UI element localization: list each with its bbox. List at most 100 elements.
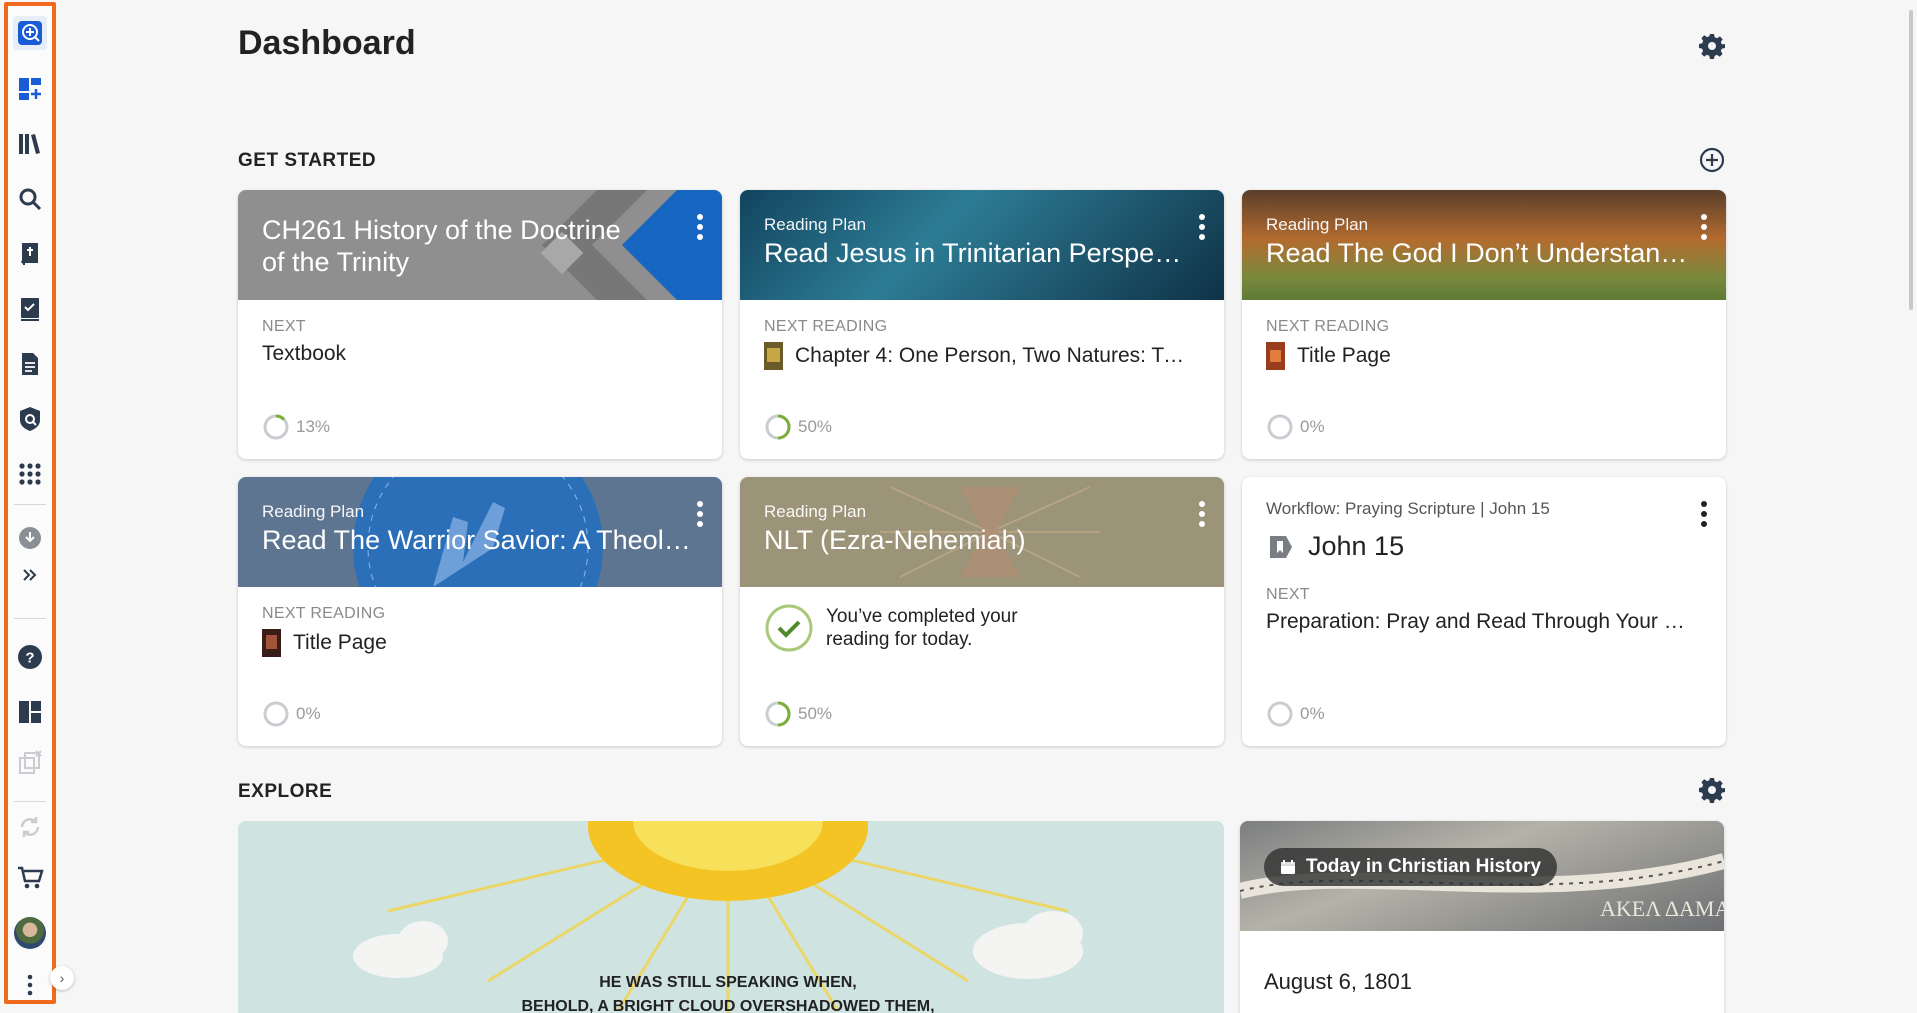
- card-banner: CH261 History of the Doctrine of the Tri…: [238, 190, 722, 300]
- progress-percent: 50%: [798, 417, 833, 436]
- next-item-title: Title Page: [1297, 344, 1391, 367]
- next-item-title: Title Page: [293, 631, 387, 654]
- library-icon[interactable]: [13, 127, 47, 161]
- card-menu-icon[interactable]: [696, 499, 704, 529]
- card-kind: Reading Plan: [262, 502, 365, 521]
- reading-plan-card[interactable]: Reading Plan Read The God I Don’t Unders…: [1242, 190, 1726, 459]
- completed-check-icon: [765, 604, 813, 652]
- add-card-plus-icon[interactable]: [1698, 146, 1726, 174]
- progress-indicator: 50%: [764, 413, 832, 441]
- new-tab-icon[interactable]: [13, 16, 47, 50]
- next-item[interactable]: Preparation: Pray and Read Through Your …: [1266, 610, 1702, 634]
- card-menu-icon[interactable]: [696, 212, 704, 242]
- sidebar-divider: [14, 504, 46, 505]
- next-item-title: Preparation: Pray and Read Through Your …: [1266, 610, 1696, 633]
- next-item[interactable]: Title Page: [1266, 342, 1702, 370]
- progress-percent: 13%: [296, 417, 331, 436]
- download-icon[interactable]: [13, 521, 47, 555]
- next-label: NEXT: [262, 318, 306, 335]
- sun-cloud-illustration: HE WAS STILL SPEAKING WHEN, BEHOLD, A BR…: [238, 821, 1224, 1013]
- card-kind: Reading Plan: [764, 502, 867, 521]
- completed-message: You’ve completed your reading for today.: [826, 606, 1018, 650]
- card-title: NLT (Ezra-Nehemiah): [764, 525, 1026, 555]
- progress-indicator: 50%: [764, 700, 832, 728]
- calendar-icon: [1281, 860, 1295, 874]
- reading-plan-card[interactable]: Reading Plan Read The Warrior Savior: A …: [238, 477, 722, 746]
- next-item-title: Textbook: [262, 342, 347, 365]
- course-card[interactable]: CH261 History of the Doctrine of the Tri…: [238, 190, 722, 459]
- courses-icon[interactable]: [13, 292, 47, 326]
- history-badge: Today in Christian History: [1264, 848, 1558, 886]
- reading-plan-card[interactable]: Reading Plan NLT (Ezra-Nehemiah) You’ve …: [740, 477, 1224, 746]
- progress-ring-icon: [263, 414, 289, 440]
- layouts-icon[interactable]: [13, 695, 47, 729]
- card-title: John 15: [1308, 531, 1405, 561]
- svg-text:?: ?: [25, 650, 34, 667]
- explore-heading: EXPLORE: [238, 781, 333, 802]
- sidebar-divider: [14, 618, 46, 619]
- apps-grid-icon[interactable]: [13, 457, 47, 491]
- next-item[interactable]: Textbook: [262, 342, 698, 366]
- card-title: CH261 History of the Doctrine of the Tri…: [262, 215, 621, 277]
- explore-settings-gear-icon[interactable]: [1698, 776, 1726, 804]
- card-title: Read The God I Don’t Understand:…: [1266, 238, 1696, 268]
- history-date: August 6, 1801: [1264, 969, 1413, 994]
- more-options-icon[interactable]: [13, 968, 47, 1002]
- user-avatar[interactable]: [13, 916, 47, 950]
- verse-of-the-day-card[interactable]: HE WAS STILL SPEAKING WHEN, BEHOLD, A BR…: [238, 821, 1224, 1013]
- progress-percent: 0%: [1300, 704, 1325, 723]
- next-label: NEXT: [1266, 586, 1310, 603]
- sync-icon[interactable]: [13, 810, 47, 844]
- expand-more-icon[interactable]: [13, 558, 47, 592]
- progress-ring-icon: [765, 701, 791, 727]
- factbook-icon[interactable]: [13, 402, 47, 436]
- progress-ring-icon: [765, 414, 791, 440]
- documents-icon[interactable]: [13, 347, 47, 381]
- workflow-card[interactable]: Workflow: Praying Scripture | John 15 Jo…: [1242, 477, 1726, 746]
- map-inscription: AKEΛ ΔAMA: [1600, 896, 1724, 921]
- next-reading-label: NEXT READING: [764, 318, 888, 335]
- next-item[interactable]: Title Page: [262, 629, 698, 657]
- card-menu-icon[interactable]: [1700, 212, 1708, 242]
- app-window: ? › Dashboard GET STARTED CH261 History …: [0, 0, 1917, 1013]
- book-cover-thumbnail: [764, 342, 783, 370]
- next-item[interactable]: Chapter 4: One Person, Two Natures: Tw…: [764, 342, 1200, 370]
- card-banner: Reading Plan Read The God I Don’t Unders…: [1242, 190, 1726, 300]
- progress-percent: 0%: [1300, 417, 1325, 436]
- card-kind: Reading Plan: [1266, 215, 1369, 234]
- christian-history-card[interactable]: AKEΛ ΔAMA Today in Christian History Aug…: [1240, 821, 1724, 1013]
- reading-plan-card[interactable]: Reading Plan Read Jesus in Trinitarian P…: [740, 190, 1224, 459]
- card-title: Read The Warrior Savior: A Theolo…: [262, 525, 692, 555]
- next-reading-label: NEXT READING: [1266, 318, 1390, 335]
- card-banner: Reading Plan NLT (Ezra-Nehemiah): [740, 477, 1224, 587]
- verse-line-2: BEHOLD, A BRIGHT CLOUD OVERSHADOWED THEM…: [521, 998, 934, 1013]
- history-badge-label: Today in Christian History: [1306, 856, 1542, 877]
- progress-ring-icon: [263, 701, 289, 727]
- sidebar-divider: [14, 801, 46, 802]
- card-banner: Reading Plan Read Jesus in Trinitarian P…: [740, 190, 1224, 300]
- card-menu-icon[interactable]: [1198, 212, 1206, 242]
- card-menu-icon[interactable]: [1198, 499, 1206, 529]
- dashboard-main: Dashboard GET STARTED CH261 History of t…: [60, 0, 1900, 1013]
- help-icon[interactable]: ?: [13, 640, 47, 674]
- get-started-heading: GET STARTED: [238, 150, 377, 171]
- next-item-title: Chapter 4: One Person, Two Natures: Tw…: [795, 344, 1195, 367]
- page-scrollbar[interactable]: [1909, 10, 1913, 310]
- card-kind: Workflow: Praying Scripture | John 15: [1266, 499, 1550, 518]
- book-cover-thumbnail: [262, 629, 281, 657]
- progress-indicator: 0%: [1266, 413, 1325, 441]
- page-title: Dashboard: [238, 24, 416, 62]
- dashboard-settings-gear-icon[interactable]: [1698, 32, 1726, 60]
- cart-icon[interactable]: [13, 861, 47, 895]
- dashboard-icon[interactable]: [13, 72, 47, 106]
- card-menu-icon[interactable]: [1700, 499, 1708, 529]
- verse-line-1: HE WAS STILL SPEAKING WHEN,: [599, 974, 857, 991]
- passage-bookmark-icon: [1270, 535, 1292, 558]
- close-panels-icon[interactable]: [13, 746, 47, 780]
- bible-icon[interactable]: [13, 237, 47, 271]
- workflow-header: Workflow: Praying Scripture | John 15 Jo…: [1242, 477, 1726, 562]
- search-icon[interactable]: [13, 182, 47, 216]
- progress-percent: 0%: [296, 704, 321, 723]
- card-title: Read Jesus in Trinitarian Perspecti…: [764, 238, 1194, 268]
- sidebar: ?: [4, 2, 56, 1004]
